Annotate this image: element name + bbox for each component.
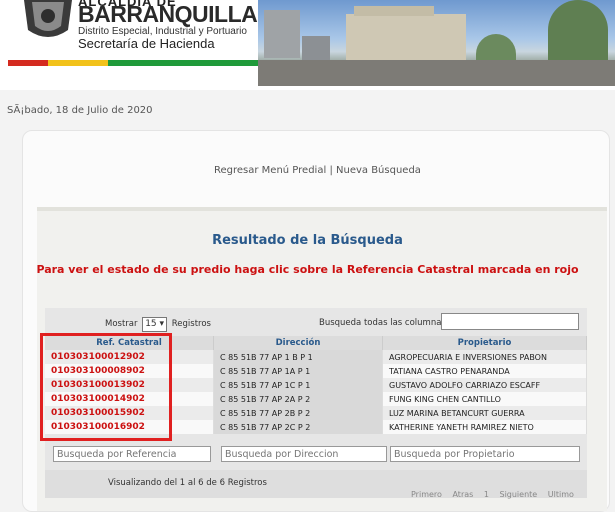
direccion-cell: C 85 51B 77 AP 1C P 1 bbox=[213, 378, 383, 392]
pager-prev-button[interactable]: Atras bbox=[452, 490, 473, 499]
stripe-yellow bbox=[48, 60, 108, 66]
direccion-cell: C 85 51B 77 AP 2A P 2 bbox=[213, 392, 383, 406]
header-photo bbox=[258, 0, 615, 86]
filter-ref-input[interactable] bbox=[53, 446, 211, 462]
coat-of-arms-logo bbox=[24, 0, 72, 37]
table-footer: Visualizando del 1 al 6 de 6 Registros P… bbox=[45, 470, 587, 499]
department-name: Secretaría de Hacienda bbox=[78, 36, 215, 51]
direccion-cell: C 85 51B 77 AP 1A P 1 bbox=[213, 364, 383, 378]
propietario-cell: TATIANA CASTRO PENARANDA bbox=[382, 364, 587, 378]
propietario-cell: LUZ MARINA BETANCURT GUERRA bbox=[382, 406, 587, 420]
stripe-red bbox=[8, 60, 48, 66]
direccion-cell: C 85 51B 77 AP 2B P 2 bbox=[213, 406, 383, 420]
pager-next-button[interactable]: Siguiente bbox=[499, 490, 537, 499]
global-search-label: Busqueda todas las columnas: bbox=[319, 318, 449, 328]
page-size-select[interactable]: 15 ▾ bbox=[142, 317, 168, 332]
pager-page-1[interactable]: 1 bbox=[484, 490, 489, 499]
pager-last-button[interactable]: Ultimo bbox=[548, 490, 574, 499]
stripe-green bbox=[108, 60, 258, 66]
ref-highlight-box bbox=[40, 333, 172, 441]
filter-direccion-input[interactable] bbox=[221, 446, 387, 462]
table-toolbar: Mostrar 15 ▾ Registros Busqueda todas la… bbox=[45, 308, 587, 336]
current-date: SÃ¡bado, 18 de Julio de 2020 bbox=[7, 105, 153, 116]
direccion-cell: C 85 51B 77 AP 2C P 2 bbox=[213, 420, 383, 434]
nav-links: Regresar Menú Predial | Nueva Búsqueda bbox=[214, 165, 421, 176]
new-search-link[interactable]: Nueva Búsqueda bbox=[336, 165, 421, 176]
results-title: Resultado de la Búsqueda bbox=[212, 233, 403, 248]
pagination: Primero Atras 1 Siguiente Ultimo bbox=[411, 490, 582, 499]
propietario-cell: GUSTAVO ADOLFO CARRIAZO ESCAFF bbox=[382, 378, 587, 392]
global-search-input[interactable] bbox=[441, 313, 579, 330]
pager-first-button[interactable]: Primero bbox=[411, 490, 442, 499]
results-notice: Para ver el estado de su predio haga cli… bbox=[36, 263, 579, 276]
column-header-direccion[interactable]: Dirección bbox=[213, 336, 383, 350]
records-info: Visualizando del 1 al 6 de 6 Registros bbox=[108, 478, 267, 488]
propietario-cell: FUNG KING CHEN CANTILLO bbox=[382, 392, 587, 406]
site-header: ALCALDIA DE BARRANQUILLA Distrito Especi… bbox=[0, 0, 615, 90]
nav-separator: | bbox=[329, 165, 333, 176]
filter-propietario-input[interactable] bbox=[390, 446, 580, 462]
propietario-cell: KATHERINE YANETH RAMIREZ NIETO bbox=[382, 420, 587, 434]
direccion-cell: C 85 51B 77 AP 1 B P 1 bbox=[213, 350, 383, 364]
column-filters bbox=[45, 445, 587, 467]
flag-stripes bbox=[8, 60, 258, 66]
show-suffix: Registros bbox=[171, 319, 211, 329]
brand-city-name: BARRANQUILLA bbox=[78, 1, 258, 27]
show-prefix: Mostrar bbox=[105, 319, 138, 329]
propietario-cell: AGROPECUARIA E INVERSIONES PABON bbox=[382, 350, 587, 364]
back-to-menu-link[interactable]: Regresar Menú Predial bbox=[214, 165, 326, 176]
page-size-control: Mostrar 15 ▾ Registros bbox=[105, 317, 211, 332]
column-header-propietario[interactable]: Propietario bbox=[382, 336, 587, 350]
